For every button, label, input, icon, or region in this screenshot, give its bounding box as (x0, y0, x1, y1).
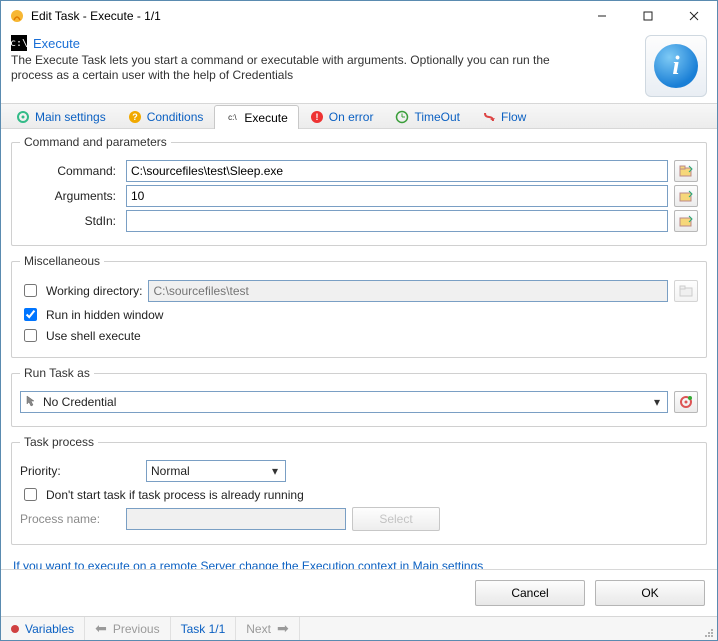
resize-grip[interactable] (699, 617, 717, 640)
browse-stdin-button[interactable] (674, 210, 698, 232)
tab-main-settings[interactable]: Main settings (5, 104, 117, 128)
minimize-button[interactable] (579, 1, 625, 31)
label-priority: Priority: (20, 464, 140, 478)
command-input[interactable] (126, 160, 668, 182)
browse-arguments-button[interactable] (674, 185, 698, 207)
app-icon (9, 8, 25, 24)
close-button[interactable] (671, 1, 717, 31)
label-stdin: StdIn: (20, 214, 120, 228)
arrow-left-icon: ⬅ (95, 620, 107, 637)
stdin-input[interactable] (126, 210, 668, 232)
process-name-input (126, 508, 346, 530)
label-process-name: Process name: (20, 512, 120, 526)
chevron-down-icon: ▾ (649, 395, 665, 409)
legend-misc: Miscellaneous (20, 254, 104, 268)
tab-flow[interactable]: Flow (471, 104, 537, 128)
statusbar: Variables ⬅ Previous Task 1/1 Next ➡ (1, 616, 717, 640)
tab-conditions[interactable]: ? Conditions (117, 104, 215, 128)
cancel-button[interactable]: Cancel (475, 580, 585, 606)
record-icon (11, 625, 19, 633)
priority-select[interactable]: Normal ▾ (146, 460, 286, 482)
group-task-process: Task process Priority: Normal ▾ Don't st… (11, 435, 707, 545)
legend-runas: Run Task as (20, 366, 94, 380)
group-run-task-as: Run Task as No Credential ▾ (11, 366, 707, 427)
header: c:\ Execute The Execute Task lets you st… (1, 31, 717, 103)
ok-button[interactable]: OK (595, 580, 705, 606)
question-icon: ? (128, 110, 142, 124)
tab-timeout[interactable]: TimeOut (384, 104, 471, 128)
hidden-window-checkbox[interactable]: Run in hidden window (20, 305, 698, 324)
label-command: Command: (20, 164, 120, 178)
error-icon: ! (310, 110, 324, 124)
credential-value: No Credential (43, 395, 116, 409)
window-controls (579, 1, 717, 31)
page-heading: c:\ Execute (11, 35, 637, 51)
console-icon: c:\ (225, 111, 239, 125)
maximize-button[interactable] (625, 1, 671, 31)
tabstrip: Main settings ? Conditions c:\ Execute !… (1, 103, 717, 129)
group-command-parameters: Command and parameters Command: Argument… (11, 135, 707, 246)
legend-command: Command and parameters (20, 135, 171, 149)
status-previous[interactable]: ⬅ Previous (85, 617, 170, 640)
info-icon: i (654, 44, 698, 88)
dont-start-checkbox[interactable]: Don't start task if task process is alre… (20, 485, 698, 504)
content-area: Command and parameters Command: Argument… (1, 129, 717, 569)
dialog-buttons: Cancel OK (1, 570, 717, 616)
pointer-icon (25, 395, 37, 410)
status-task-indicator[interactable]: Task 1/1 (171, 617, 237, 640)
workdir-input (148, 280, 668, 302)
arrow-right-icon: ➡ (277, 620, 289, 637)
browse-workdir-button (674, 280, 698, 302)
credential-combo[interactable]: No Credential ▾ (20, 391, 668, 413)
arguments-input[interactable] (126, 185, 668, 207)
workdir-checkbox[interactable]: Working directory: (20, 281, 142, 300)
svg-text:!: ! (315, 112, 318, 122)
window: Edit Task - Execute - 1/1 c:\ Execute Th… (0, 0, 718, 641)
clock-icon (395, 110, 409, 124)
flow-icon (482, 110, 496, 124)
tab-on-error[interactable]: ! On error (299, 104, 385, 128)
console-icon: c:\ (11, 35, 27, 51)
tab-execute[interactable]: c:\ Execute (214, 105, 298, 129)
browse-command-button[interactable] (674, 160, 698, 182)
svg-text:?: ? (132, 112, 138, 122)
group-miscellaneous: Miscellaneous Working directory: Run in … (11, 254, 707, 358)
priority-value: Normal (151, 464, 190, 478)
legend-process: Task process (20, 435, 98, 449)
status-variables[interactable]: Variables (1, 617, 85, 640)
credential-settings-button[interactable] (674, 391, 698, 413)
chevron-down-icon: ▾ (267, 464, 283, 478)
window-title: Edit Task - Execute - 1/1 (31, 9, 579, 23)
info-badge[interactable]: i (645, 35, 707, 97)
heading-text: Execute (33, 36, 80, 51)
remote-execution-link[interactable]: If you want to execute on a remote Serve… (13, 559, 705, 569)
label-arguments: Arguments: (20, 189, 120, 203)
status-next[interactable]: Next ➡ (236, 617, 299, 640)
shell-execute-checkbox[interactable]: Use shell execute (20, 326, 698, 345)
heading-description: The Execute Task lets you start a comman… (11, 53, 571, 83)
gear-icon (16, 110, 30, 124)
select-process-button: Select (352, 507, 440, 531)
titlebar: Edit Task - Execute - 1/1 (1, 1, 717, 31)
